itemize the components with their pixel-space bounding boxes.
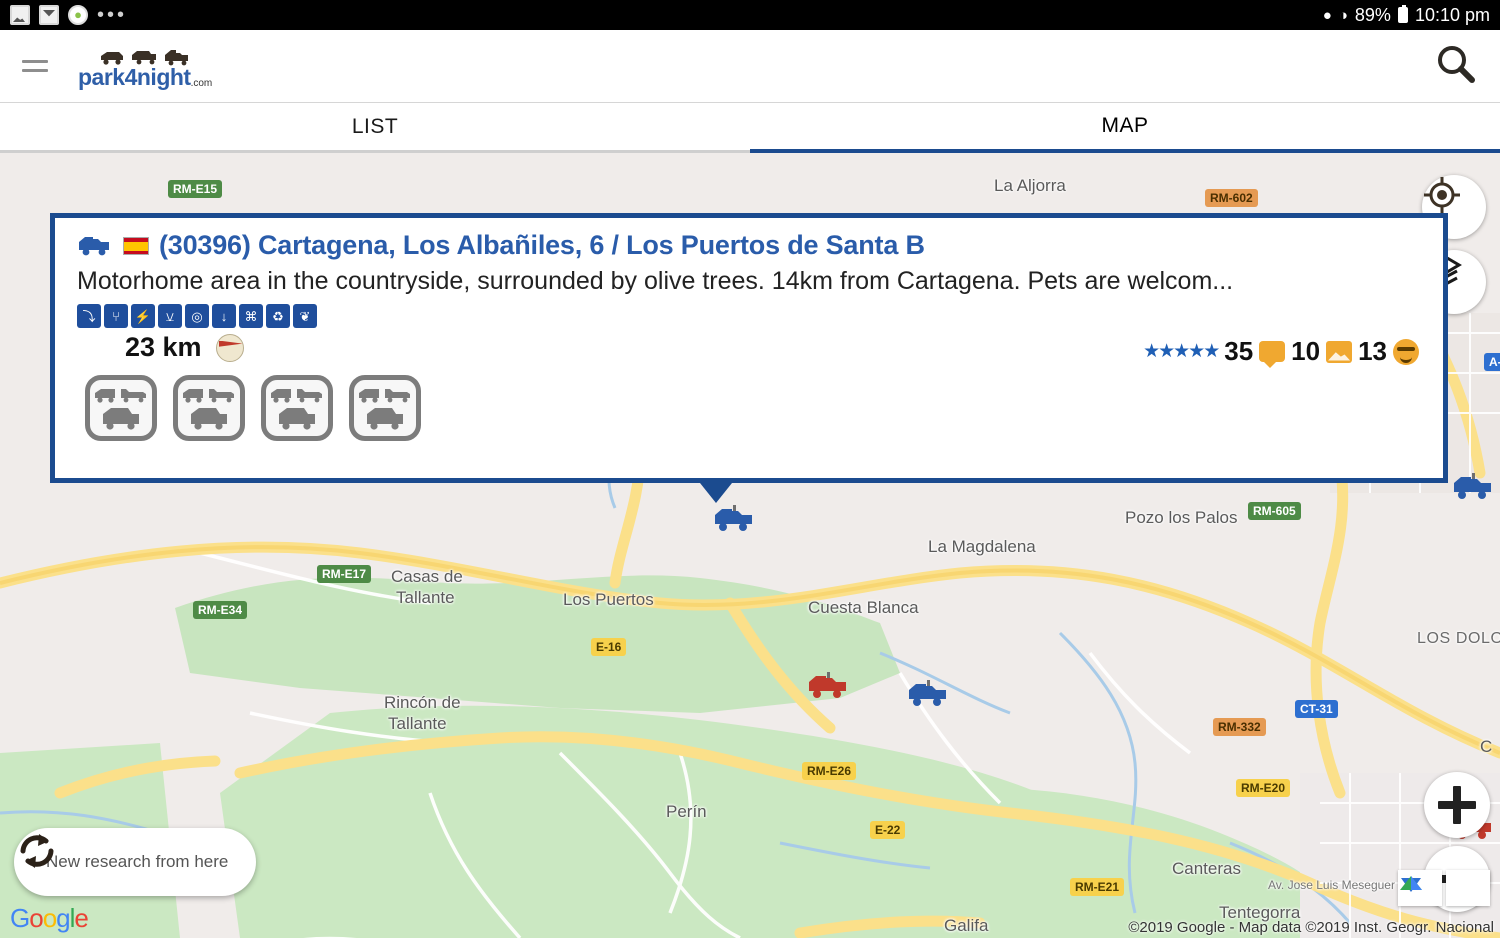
pets-allowed-icon: ❦ (293, 304, 317, 328)
road-shield: A-3 (1484, 353, 1500, 371)
map-place-label: C (1480, 737, 1493, 756)
photos-count: 10 (1291, 336, 1321, 366)
place-title: (30396) Cartagena, Los Albañiles, 6 / Lo… (159, 230, 925, 260)
smiley-icon (1393, 338, 1419, 365)
road-shield: RM-602 (1205, 189, 1258, 207)
tab-bar: LIST MAP (0, 103, 1500, 153)
road-shield: RM-E17 (317, 565, 372, 583)
vehicle-type-row (77, 375, 1421, 441)
rating-stars: ★★★★★ (1143, 341, 1220, 362)
road-shield: RM-605 (1248, 502, 1301, 520)
trash-icon: ♻ (266, 304, 290, 328)
map-place-label: Perín (666, 802, 707, 821)
amenity-icons: ⤵ ⑂ ⚡ ⚺ ◎ ↓ ⌘ ♻ ❦ (77, 304, 1421, 328)
hamburger-icon[interactable] (22, 60, 48, 72)
wifi-icon: ◑ (1338, 6, 1348, 24)
battery-percent: 89% (1354, 4, 1391, 25)
map-place-label: Av. Jose Luis Meseguer (1268, 878, 1395, 892)
vehicle-type-4[interactable] (349, 375, 421, 441)
comment-icon (1259, 341, 1286, 368)
new-research-button[interactable]: New research from here (14, 828, 257, 896)
google-logo: Google (10, 903, 89, 933)
map-place-label: Cuesta Blanca (808, 598, 919, 617)
map-marker-blue[interactable] (906, 680, 950, 706)
map-place-label: LOS DOLORE (1417, 630, 1500, 647)
map-attribution: ©2019 Google - Map data ©2019 Inst. Geog… (1128, 919, 1494, 936)
place-description: Motorhome area in the countryside, surro… (77, 267, 1234, 295)
map-place-label: Galifa (944, 916, 989, 935)
park4night-logo[interactable]: park4night .com (78, 44, 212, 89)
road-shield: CT-31 (1295, 700, 1338, 718)
status-bar-right: ● ◑ 89% 10:10 pm (1323, 5, 1490, 26)
plus-icon-vertical (1453, 786, 1461, 824)
app-root: ● ••• ● ◑ 89% 10:10 pm park4night .com L… (0, 0, 1500, 938)
map-place-label: Tallante (396, 588, 455, 607)
distance-value: 23 km (125, 332, 202, 362)
map-place-label: La Magdalena (928, 537, 1036, 556)
photo-icon (10, 5, 30, 25)
laundry-icon: ⌘ (239, 304, 263, 328)
logo-vehicles-icon (99, 44, 191, 66)
road-shield: RM-E15 (168, 180, 223, 198)
map-marker-red[interactable] (806, 672, 850, 698)
street-view-icon[interactable] (1400, 870, 1490, 906)
map-place-label: La Aljorra (994, 176, 1066, 195)
toilets-icon: ⚺ (158, 304, 182, 328)
road-shield: RM-E26 (802, 762, 857, 780)
road-shield: RM-E21 (1070, 878, 1125, 896)
favorites-count: 13 (1358, 336, 1387, 366)
compass-icon (215, 333, 244, 362)
battery-icon (1397, 5, 1408, 23)
water-tap-icon: ⑂ (104, 304, 128, 328)
vehicle-type-1[interactable] (85, 375, 157, 441)
android-icon: ● (68, 5, 88, 25)
map-marker-selected[interactable] (712, 505, 756, 531)
place-info-card[interactable]: (30396) Cartagena, Los Albañiles, 6 / Lo… (50, 213, 1448, 483)
map-place-label: Canteras (1172, 859, 1241, 878)
search-icon[interactable] (1434, 42, 1478, 91)
status-bar: ● ••• ● ◑ 89% 10:10 pm (0, 0, 1500, 30)
refresh-icon (20, 834, 54, 868)
vehicle-type-3[interactable] (261, 375, 333, 441)
road-shield: RM-332 (1213, 718, 1266, 736)
es-flag-icon (123, 236, 149, 255)
logo-dotcom: .com (190, 77, 213, 89)
wifi-icon: ◎ (185, 304, 209, 328)
map-marker-edge-1[interactable] (1451, 473, 1495, 499)
info-card-pointer (700, 483, 732, 503)
motorhome-icon (79, 236, 109, 255)
road-shield: E-16 (591, 638, 627, 656)
map-place-label: Los Puertos (563, 590, 654, 609)
location-icon: ● (1322, 6, 1332, 24)
electricity-icon: ⚡ (131, 304, 155, 328)
new-research-label: New research from here (46, 852, 229, 871)
clock: 10:10 pm (1414, 4, 1490, 25)
road-shield: RM-E20 (1236, 779, 1291, 797)
card-title-row: (30396) Cartagena, Los Albañiles, 6 / Lo… (77, 230, 1421, 261)
tab-list[interactable]: LIST (0, 103, 750, 153)
map-place-label: Rincón de (384, 693, 461, 712)
map-corner-buttons (1398, 870, 1490, 906)
wc-dump-icon: ↓ (212, 304, 236, 328)
status-bar-left: ● ••• (10, 5, 127, 25)
mail-icon (39, 5, 59, 25)
road-shield: RM-E34 (193, 601, 248, 619)
logo-text: park4night (78, 63, 191, 90)
vehicle-type-2[interactable] (173, 375, 245, 441)
greywater-dump-icon: ⤵ (77, 304, 101, 328)
road-shield: E-22 (870, 821, 906, 839)
status-overflow-icon: ••• (97, 4, 128, 26)
zoom-in-button[interactable] (1424, 772, 1490, 838)
ratings-row: ★★★★★ 35 10 13 (1143, 336, 1419, 368)
map-place-label: Tallante (388, 714, 447, 733)
comments-count: 35 (1224, 336, 1254, 366)
map-place-label: Pozo los Palos (1125, 508, 1238, 527)
tab-map[interactable]: MAP (750, 103, 1500, 153)
app-header: park4night .com (0, 30, 1500, 103)
photo-count-icon (1326, 340, 1353, 363)
map-place-label: Casas de (391, 567, 463, 586)
